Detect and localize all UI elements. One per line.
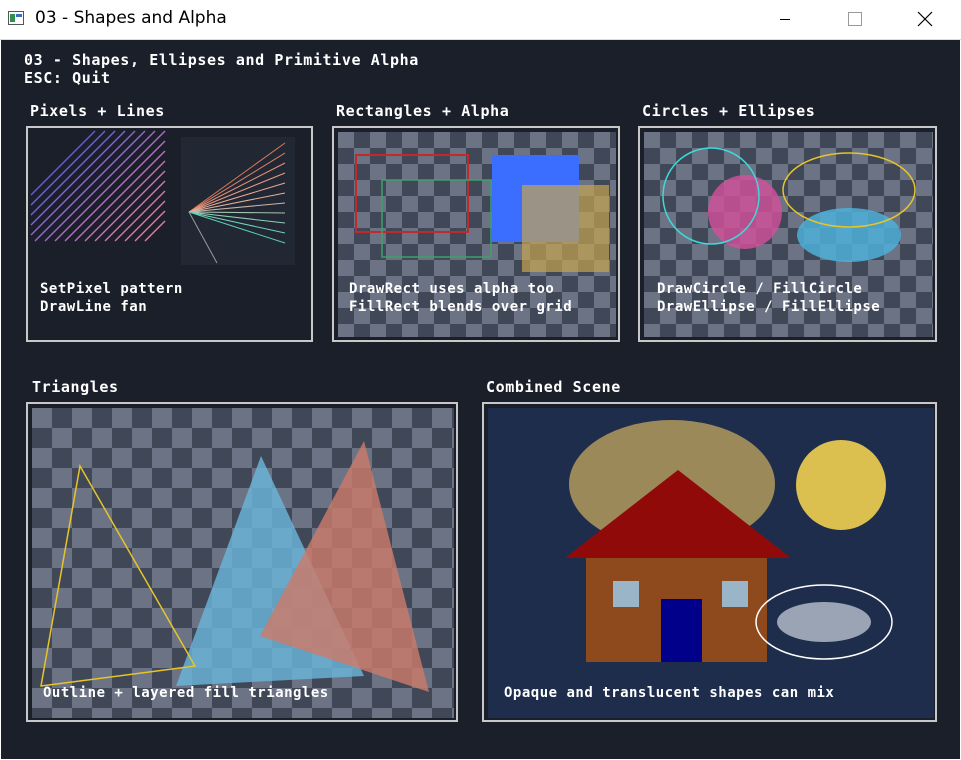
circles-panel: DrawCircle / FillCircle DrawEllipse / Fi…	[638, 126, 937, 342]
circles-caption-2: DrawEllipse / FillEllipse	[657, 299, 881, 315]
minimize-icon	[780, 19, 790, 20]
combined-scene-drawing	[488, 408, 934, 718]
app-window-icon	[8, 11, 24, 25]
maximize-button[interactable]	[831, 0, 877, 39]
window-titlebar[interactable]: 03 - Shapes and Alpha	[0, 0, 961, 40]
header-hint: ESC: Quit	[24, 69, 111, 87]
rectangles-caption-2: FillRect blends over grid	[349, 299, 573, 315]
pixels-lines-panel: SetPixel pattern DrawLine fan	[26, 126, 313, 342]
maximize-icon	[848, 12, 862, 26]
combined-caption: Opaque and translucent shapes can mix	[504, 685, 835, 701]
minimize-button[interactable]	[762, 0, 808, 39]
triangles-panel: Outline + layered fill triangles	[26, 402, 458, 722]
triangles-drawing	[40, 441, 429, 692]
rectangles-panel: DrawRect uses alpha too FillRect blends …	[332, 126, 620, 342]
circles-caption-1: DrawCircle / FillCircle	[657, 281, 863, 297]
window-title: 03 - Shapes and Alpha	[35, 8, 227, 28]
close-icon	[917, 11, 933, 27]
combined-panel: Opaque and translucent shapes can mix	[482, 402, 937, 722]
setpixel-pattern	[30, 130, 166, 242]
header-title: 03 - Shapes, Ellipses and Primitive Alph…	[24, 51, 419, 69]
drawline-fan	[181, 137, 295, 265]
rectangles-caption-1: DrawRect uses alpha too	[349, 281, 555, 297]
rectangles-title: Rectangles + Alpha	[336, 102, 510, 120]
triangles-caption: Outline + layered fill triangles	[43, 685, 329, 701]
close-button[interactable]	[900, 0, 946, 39]
pixels-lines-caption-2: DrawLine fan	[40, 299, 148, 315]
combined-title: Combined Scene	[486, 378, 621, 396]
render-canvas: 03 - Shapes, Ellipses and Primitive Alph…	[1, 40, 960, 759]
circles-title: Circles + Ellipses	[642, 102, 816, 120]
triangles-title: Triangles	[32, 378, 119, 396]
pixels-lines-title: Pixels + Lines	[30, 102, 165, 120]
pixels-lines-caption-1: SetPixel pattern	[40, 281, 183, 297]
